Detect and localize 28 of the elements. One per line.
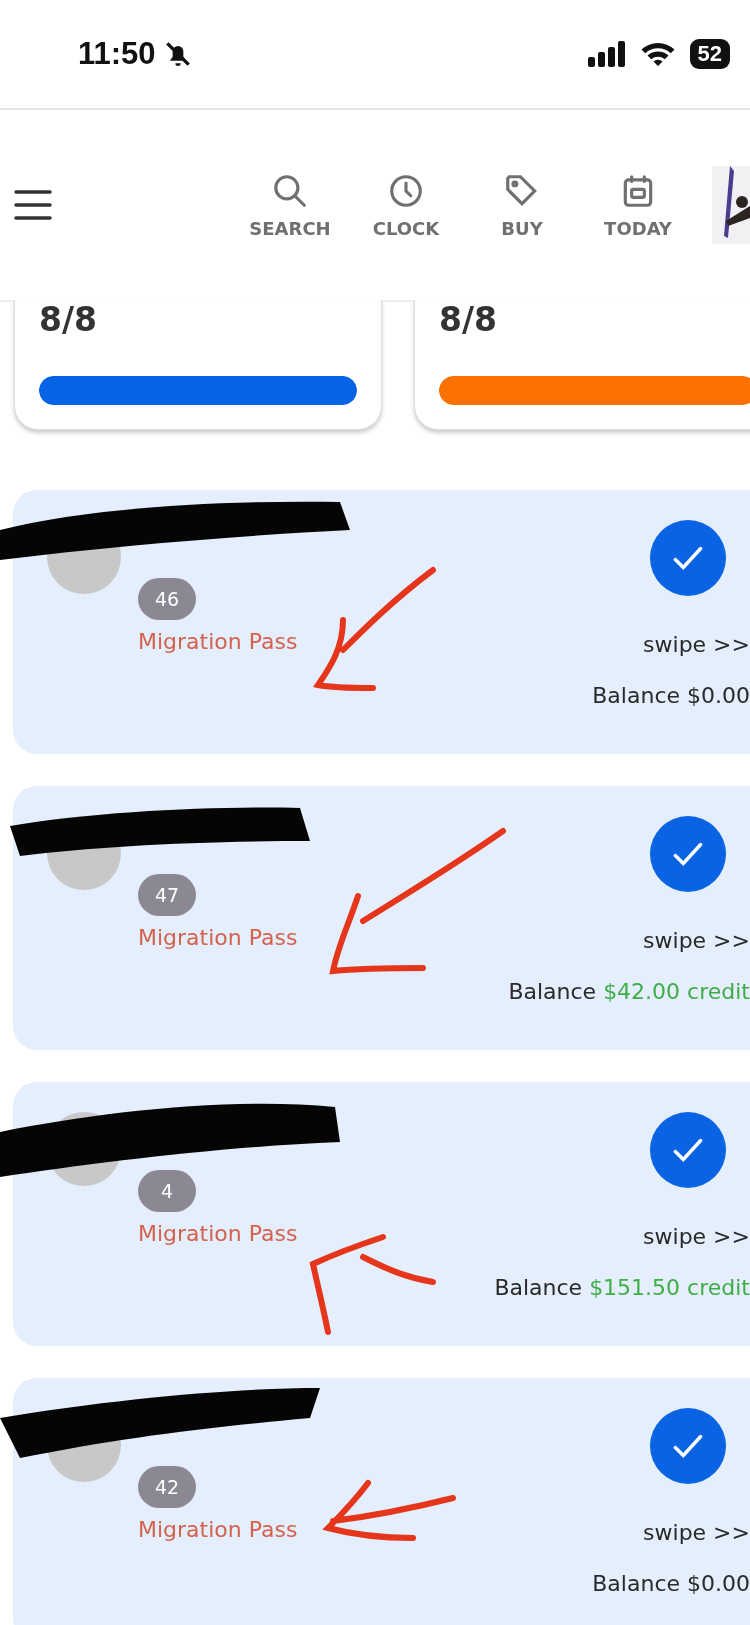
pass-name: Migration Pass xyxy=(138,1517,298,1542)
swipe-hint: swipe >> xyxy=(643,632,750,657)
balance-text: Balance $42.00 credit xyxy=(508,979,750,1004)
nav-tab[interactable]: BUY xyxy=(464,171,580,239)
pass-name: Migration Pass xyxy=(138,925,298,950)
status-time: 11:50 xyxy=(78,36,156,72)
pass-name: Migration Pass xyxy=(138,1221,298,1246)
balance-text: Balance $151.50 credit xyxy=(494,1275,750,1300)
balance-text: Balance $0.00 xyxy=(592,683,750,708)
balance-text: Balance $0.00 xyxy=(592,1571,750,1596)
wifi-icon xyxy=(639,40,676,68)
member-card[interactable]: 47 Migration Pass swipe >> Balance $42.00 credit xyxy=(13,786,750,1050)
swipe-hint: swipe >> xyxy=(643,928,750,953)
nav-tab[interactable]: CLOCK xyxy=(348,171,464,239)
battery-level: 52 xyxy=(689,39,730,69)
swipe-hint: swipe >> xyxy=(643,1520,750,1545)
count-badge: 46 xyxy=(138,578,196,620)
stat-value: 8/8 xyxy=(39,300,98,339)
stat-value: 8/8 xyxy=(439,300,498,339)
menu-icon[interactable] xyxy=(14,189,52,221)
nav-tab[interactable]: SEARCH xyxy=(232,171,348,239)
count-badge: 4 xyxy=(138,1170,196,1212)
pass-name: Migration Pass xyxy=(138,629,298,654)
count-badge: 42 xyxy=(138,1466,196,1508)
signal-icon xyxy=(587,41,628,67)
nav-tab[interactable]: TODAY xyxy=(580,171,696,239)
count-badge: 47 xyxy=(138,874,196,916)
swipe-hint: swipe >> xyxy=(643,1224,750,1249)
